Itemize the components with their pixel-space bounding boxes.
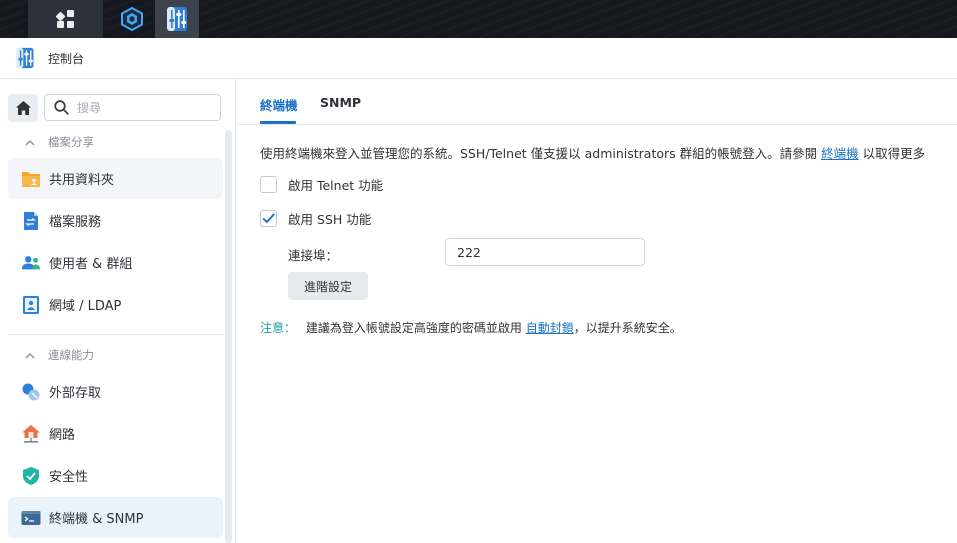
section-header-connectivity[interactable]: 連線能力 bbox=[0, 342, 222, 368]
sidebar-item-security[interactable]: 安全性 bbox=[8, 455, 223, 496]
terminal-description: 使用終端機來登入並管理您的系統。SSH/Telnet 僅支援以 administ… bbox=[260, 143, 925, 162]
sidebar: 檔案分享 共用資料夾 檔案服務 bbox=[0, 79, 236, 543]
sidebar-item-external-access[interactable]: 外部存取 bbox=[8, 371, 223, 412]
sidebar-item-label: 終端機 & SNMP bbox=[49, 512, 144, 527]
network-icon bbox=[21, 424, 41, 444]
section-label: 檔案分享 bbox=[48, 135, 94, 149]
window-header: 控制台 bbox=[0, 38, 957, 79]
sidebar-item-file-services[interactable]: 檔案服務 bbox=[8, 200, 223, 241]
package-app-icon bbox=[121, 7, 143, 31]
security-note: 注意： 建議為登入帳號設定高強度的密碼並啟用 自動封鎖，以提升系統安全。 bbox=[260, 319, 682, 336]
sidebar-item-label: 網路 bbox=[49, 428, 76, 443]
taskbar-app-control-panel[interactable] bbox=[155, 0, 199, 38]
telnet-checkbox[interactable] bbox=[260, 176, 277, 193]
port-label: 連接埠： bbox=[288, 248, 339, 263]
ssh-option[interactable]: 啟用 SSH 功能 bbox=[260, 209, 371, 228]
sidebar-item-label: 檔案服務 bbox=[49, 215, 102, 230]
search-icon bbox=[54, 100, 69, 115]
active-tab-indicator bbox=[260, 121, 296, 124]
search-input[interactable] bbox=[77, 100, 197, 115]
search-box[interactable] bbox=[44, 94, 221, 121]
main-panel: 終端機 SNMP 使用終端機來登入並管理您的系統。SSH/Telnet 僅支援以… bbox=[236, 79, 957, 543]
chevron-up-icon bbox=[25, 139, 35, 145]
telnet-label: 啟用 Telnet 功能 bbox=[288, 178, 384, 193]
ssh-checkbox[interactable] bbox=[260, 210, 277, 227]
auto-block-link[interactable]: 自動封鎖 bbox=[526, 321, 574, 335]
advanced-settings-button[interactable]: 進階設定 bbox=[288, 272, 368, 300]
sidebar-item-shared-folder[interactable]: 共用資料夾 bbox=[8, 158, 223, 199]
sidebar-item-network[interactable]: 網路 bbox=[8, 413, 223, 454]
note-suffix: ，以提升系統安全。 bbox=[573, 321, 682, 335]
sidebar-item-label: 網域 / LDAP bbox=[49, 299, 122, 314]
tab-terminal[interactable]: 終端機 bbox=[260, 95, 298, 114]
file-services-icon bbox=[21, 211, 41, 231]
window-title: 控制台 bbox=[48, 51, 85, 66]
sidebar-item-label: 外部存取 bbox=[49, 386, 102, 401]
control-panel-icon bbox=[16, 47, 34, 69]
taskbar-app-package-center[interactable] bbox=[112, 0, 152, 38]
section-header-file-sharing[interactable]: 檔案分享 bbox=[0, 129, 222, 155]
sidebar-divider bbox=[8, 334, 223, 335]
tab-bar: 終端機 SNMP bbox=[236, 79, 957, 125]
external-access-icon bbox=[21, 382, 41, 402]
security-shield-icon bbox=[21, 466, 41, 486]
note-text: 建議為登入帳號設定高強度的密碼並啟用 bbox=[305, 321, 522, 335]
sidebar-item-label: 共用資料夾 bbox=[49, 173, 115, 188]
sidebar-item-domain-ldap[interactable]: 網域 / LDAP bbox=[8, 284, 223, 325]
section-label: 連線能力 bbox=[48, 348, 94, 362]
note-label: 注意： bbox=[260, 321, 297, 335]
port-input[interactable] bbox=[445, 238, 645, 266]
tab-snmp[interactable]: SNMP bbox=[320, 95, 361, 110]
sidebar-item-label: 安全性 bbox=[49, 470, 89, 485]
description-suffix: 以取得更多 bbox=[862, 146, 926, 161]
sidebar-item-users-groups[interactable]: 使用者 & 群組 bbox=[8, 242, 223, 283]
domain-ldap-icon bbox=[21, 295, 41, 315]
description-text: 使用終端機來登入並管理您的系統。SSH/Telnet 僅支援以 administ… bbox=[260, 146, 818, 161]
terminal-help-link[interactable]: 終端機 bbox=[821, 146, 859, 161]
chevron-up-icon bbox=[25, 352, 35, 358]
taskbar bbox=[0, 0, 957, 38]
sidebar-scrollbar[interactable] bbox=[225, 130, 232, 543]
telnet-option[interactable]: 啟用 Telnet 功能 bbox=[260, 175, 383, 194]
control-panel-app-icon bbox=[167, 7, 187, 31]
home-icon bbox=[15, 101, 31, 115]
checkmark-icon bbox=[262, 213, 275, 224]
shared-folder-icon bbox=[21, 169, 41, 189]
sidebar-item-label: 使用者 & 群組 bbox=[49, 257, 133, 272]
home-button[interactable] bbox=[8, 94, 38, 122]
sidebar-item-terminal-snmp[interactable]: 終端機 & SNMP bbox=[8, 497, 223, 538]
main-menu-button[interactable] bbox=[28, 0, 103, 38]
users-groups-icon bbox=[21, 253, 41, 273]
ssh-label: 啟用 SSH 功能 bbox=[288, 212, 372, 227]
grid-icon bbox=[55, 10, 74, 28]
terminal-icon bbox=[21, 508, 41, 528]
